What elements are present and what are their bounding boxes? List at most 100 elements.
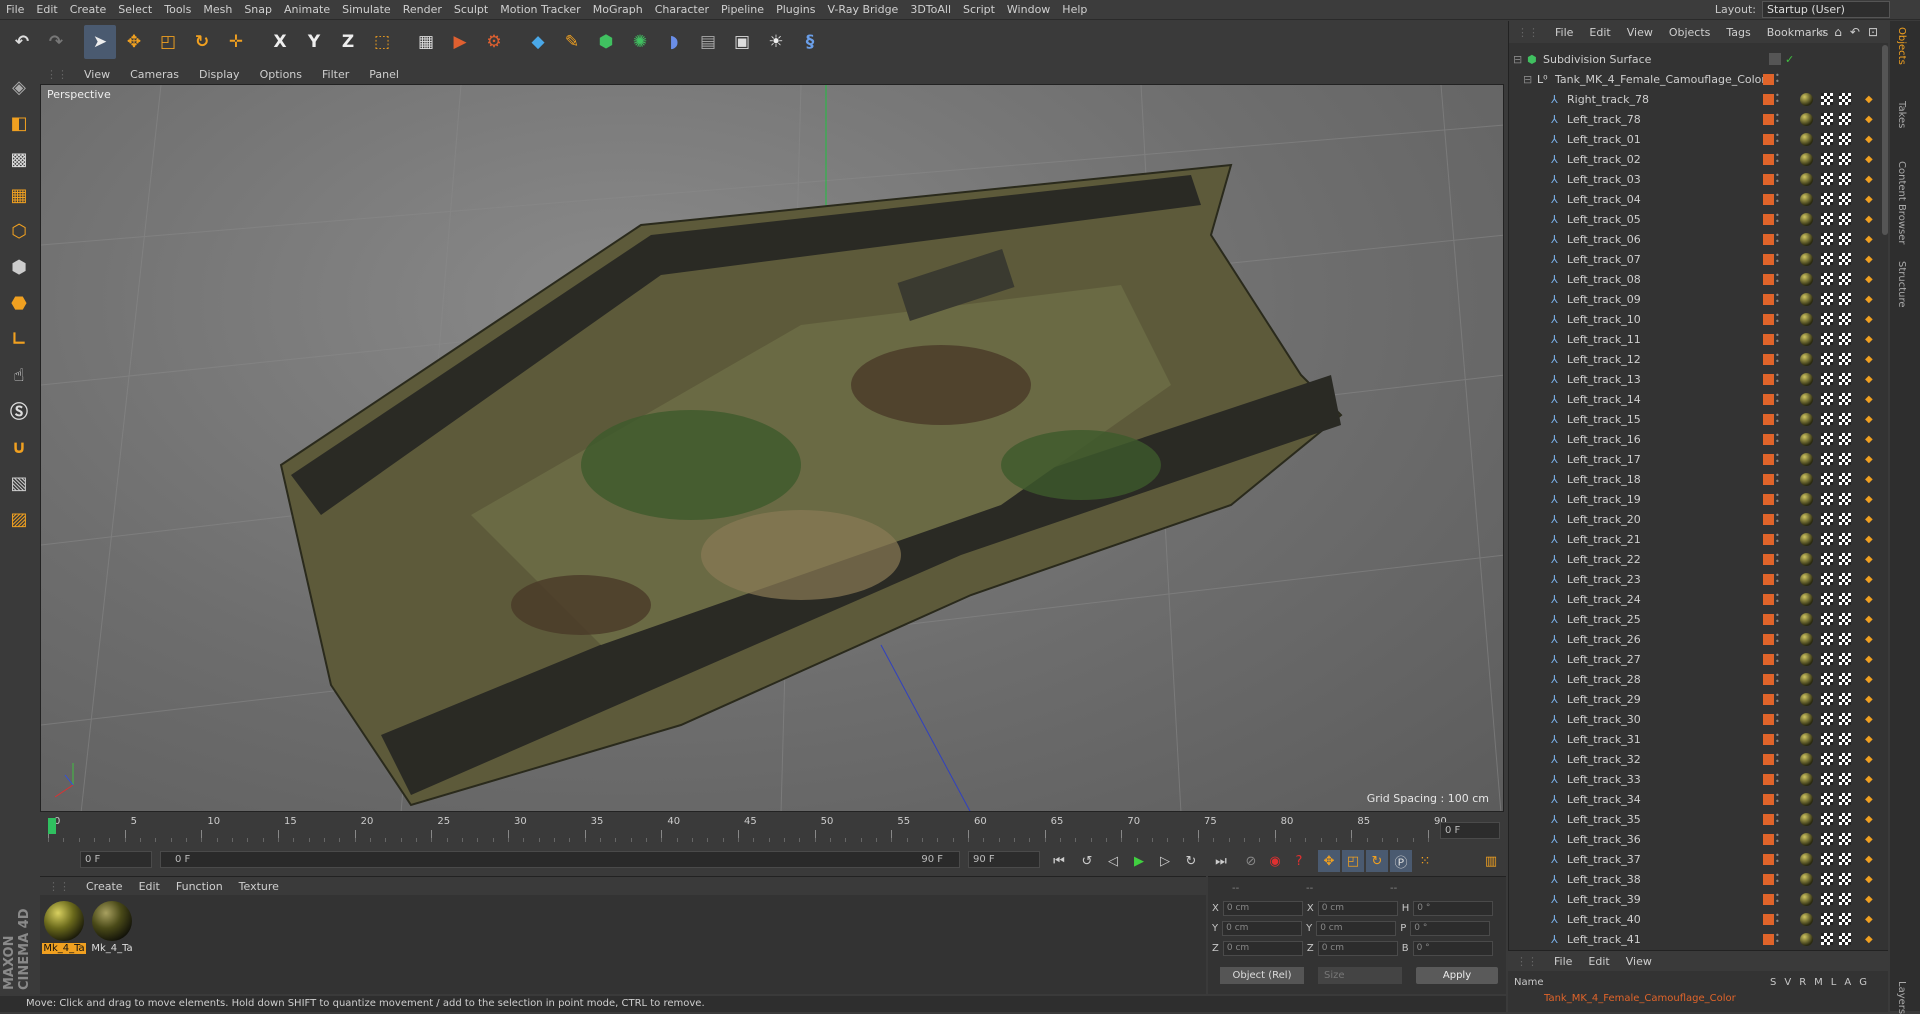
selection-tag-icon[interactable] [1839,833,1851,845]
selection-tag-icon[interactable] [1839,413,1851,425]
material-tag-icon[interactable] [1800,292,1813,306]
new-window-icon[interactable]: ⊡ [1868,25,1878,40]
uvw-tag-icon[interactable] [1821,173,1833,185]
phong-tag-icon[interactable]: ◆ [1865,674,1873,685]
material-tag-icon[interactable] [1800,92,1813,106]
make-editable-icon[interactable]: ◈ [4,72,34,102]
visibility-dots-icon[interactable]: • • [1775,892,1780,906]
phong-tag-icon[interactable]: ◆ [1865,694,1873,705]
menu-motion-tracker[interactable]: Motion Tracker [494,0,586,20]
menu-pipeline[interactable]: Pipeline [715,0,770,20]
material-tag-icon[interactable] [1800,832,1813,846]
subdivision-nurbs-icon[interactable]: ⬢ [590,25,622,59]
menu-v-ray-bridge[interactable]: V-Ray Bridge [821,0,904,20]
menu-simulate[interactable]: Simulate [336,0,397,20]
object-menu-view[interactable]: View [1619,26,1661,39]
phong-tag-icon[interactable]: ◆ [1865,814,1873,825]
visibility-dots-icon[interactable]: • • [1775,512,1780,526]
tree-row[interactable]: ⅄ Left_track_01 • • ◆ [1509,129,1889,149]
uvw-tag-icon[interactable] [1821,233,1833,245]
object-menu-objects[interactable]: Objects [1661,26,1719,39]
size-mode-dropdown[interactable]: Size [1318,967,1402,984]
tree-row[interactable]: ⅄ Left_track_23 • • ◆ [1509,569,1889,589]
material-menu-create[interactable]: Create [78,880,131,893]
end-frame-field[interactable]: 90 F [968,851,1040,868]
playhead-marker[interactable] [48,818,56,834]
visibility-dots-icon[interactable]: • • [1775,572,1780,586]
visibility-dots-icon[interactable]: • • [1775,152,1780,166]
visibility-dots-icon[interactable]: • • [1775,232,1780,246]
uvw-tag-icon[interactable] [1821,413,1833,425]
rotate-icon[interactable]: ↻ [186,25,218,59]
select-arrow-icon[interactable]: ➤ [84,25,116,59]
tree-row[interactable]: ⅄ Left_track_78 • • ◆ [1509,109,1889,129]
menu-edit[interactable]: Edit [30,0,63,20]
material-tag-icon[interactable] [1800,612,1813,626]
menu-create[interactable]: Create [64,0,113,20]
visibility-dots-icon[interactable]: • • [1775,72,1780,86]
material-tag-icon[interactable] [1800,152,1813,166]
frame-range-slider[interactable]: 0 F 90 F [160,851,960,868]
render-view-icon[interactable]: ▦ [410,25,442,59]
tree-row[interactable]: ⅄ Left_track_41 • • ◆ [1509,929,1889,949]
material-tag-icon[interactable] [1800,792,1813,806]
pos-y-field[interactable]: 0 cm [1222,920,1303,936]
visibility-dots-icon[interactable]: • • [1775,492,1780,506]
material-tag-icon[interactable] [1800,192,1813,206]
selection-tag-icon[interactable] [1839,893,1851,905]
cloner-icon[interactable]: ✺ [624,25,656,59]
object-menu-edit[interactable]: Edit [1581,26,1618,39]
uvw-tag-icon[interactable] [1821,733,1833,745]
tree-row[interactable]: ⅄ Left_track_37 • • ◆ [1509,849,1889,869]
phong-tag-icon[interactable]: ◆ [1865,454,1873,465]
phong-tag-icon[interactable]: ◆ [1865,474,1873,485]
tree-row-root[interactable]: ⊟ ⬢ Subdivision Surface ✓ [1509,49,1889,69]
tree-row[interactable]: ⅄ Left_track_28 • • ◆ [1509,669,1889,689]
phong-tag-icon[interactable]: ◆ [1865,394,1873,405]
menu-character[interactable]: Character [649,0,715,20]
material-tag-icon[interactable] [1800,392,1813,406]
selection-tag-icon[interactable] [1839,253,1851,265]
tree-row[interactable]: ⅄ Left_track_17 • • ◆ [1509,449,1889,469]
visibility-dots-icon[interactable]: • • [1775,352,1780,366]
uvw-tag-icon[interactable] [1821,493,1833,505]
visibility-dots-icon[interactable]: • • [1775,832,1780,846]
tree-row[interactable]: ⅄ Left_track_04 • • ◆ [1509,189,1889,209]
visibility-dots-icon[interactable]: • • [1775,212,1780,226]
uvw-tag-icon[interactable] [1821,453,1833,465]
phong-tag-icon[interactable]: ◆ [1865,574,1873,585]
material-tag-icon[interactable] [1800,132,1813,146]
phong-tag-icon[interactable]: ◆ [1865,254,1873,265]
phong-tag-icon[interactable]: ◆ [1865,494,1873,505]
phong-tag-icon[interactable]: ◆ [1865,654,1873,665]
phong-tag-icon[interactable]: ◆ [1865,294,1873,305]
planar-workplane-icon[interactable]: ▨ [4,504,34,534]
material-tag-icon[interactable] [1800,752,1813,766]
material-tag-icon[interactable] [1800,912,1813,926]
cube-primitive-icon[interactable]: ◆ [522,25,554,59]
selection-tag-icon[interactable] [1839,513,1851,525]
tree-row[interactable]: ⅄ Left_track_13 • • ◆ [1509,369,1889,389]
tree-row[interactable]: ⅄ Left_track_29 • • ◆ [1509,689,1889,709]
uvw-tag-icon[interactable] [1821,613,1833,625]
live-select-icon[interactable]: ✛ [220,25,252,59]
phong-tag-icon[interactable]: ◆ [1865,534,1873,545]
start-frame-field[interactable]: 0 F [80,851,152,868]
tree-row[interactable]: ⅄ Left_track_32 • • ◆ [1509,749,1889,769]
phong-tag-icon[interactable]: ◆ [1865,734,1873,745]
viewport-menu-view[interactable]: View [74,68,120,81]
tree-row[interactable]: ⅄ Left_track_12 • • ◆ [1509,349,1889,369]
selection-tag-icon[interactable] [1839,933,1851,945]
tree-row[interactable]: ⅄ Left_track_35 • • ◆ [1509,809,1889,829]
material-tag-icon[interactable] [1800,212,1813,226]
layer-menu-edit[interactable]: Edit [1580,955,1617,968]
visibility-dots-icon[interactable]: • • [1775,552,1780,566]
key-param-icon[interactable]: Ⓟ [1390,850,1412,872]
phong-tag-icon[interactable]: ◆ [1865,514,1873,525]
visibility-dots-icon[interactable]: • • [1775,812,1780,826]
phong-tag-icon[interactable]: ◆ [1865,154,1873,165]
visibility-dots-icon[interactable]: • • [1775,292,1780,306]
tree-row[interactable]: ⅄ Right_track_78 • • ◆ [1509,89,1889,109]
uvw-tag-icon[interactable] [1821,653,1833,665]
apply-button[interactable]: Apply [1416,967,1498,984]
